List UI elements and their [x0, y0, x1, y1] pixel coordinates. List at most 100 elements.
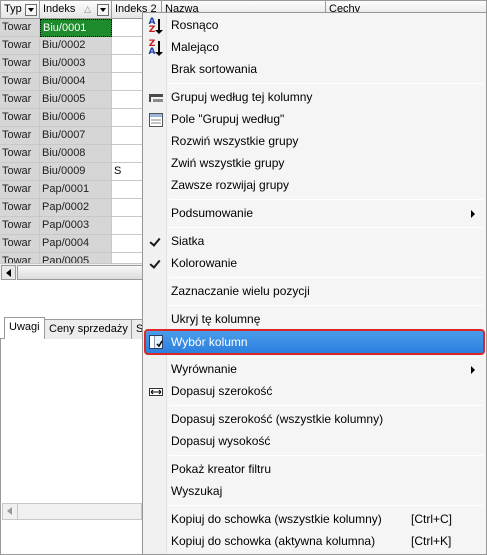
menu-item-label: Dopasuj wysokość: [171, 434, 271, 448]
cell-indeks[interactable]: Pap/0002: [40, 199, 112, 217]
scroll-left-icon[interactable]: [1, 265, 16, 280]
menu-item-label: Malejąco: [171, 40, 220, 54]
menu-item-label: Zwiń wszystkie grupy: [171, 156, 285, 170]
menu-item-sort-descending[interactable]: ZA Malejąco: [145, 37, 484, 59]
menu-item-hide-column[interactable]: Ukryj tę kolumnę: [145, 309, 484, 331]
checkmark-icon: [148, 256, 164, 272]
menu-separator: [169, 277, 483, 278]
menu-separator: [169, 455, 483, 456]
submenu-arrow-icon: [471, 366, 475, 374]
cell-typ[interactable]: Towar: [0, 73, 40, 91]
sort-ascending-icon: AZ: [148, 18, 164, 35]
cell-typ[interactable]: Towar: [0, 55, 40, 73]
menu-item-copy-active-column[interactable]: Kopiuj do schowka (aktywna kolumna) [Ctr…: [145, 531, 484, 553]
scroll-left-icon[interactable]: [3, 504, 18, 519]
menu-item-collapse-all-groups[interactable]: Zwiń wszystkie grupy: [145, 153, 484, 175]
menu-item-label: Kopiuj do schowka (aktywna kolumna): [171, 534, 376, 548]
cell-typ[interactable]: Towar: [0, 181, 40, 199]
cell-indeks2[interactable]: [112, 55, 144, 73]
menu-separator: [169, 227, 483, 228]
menu-item-filter-builder[interactable]: Pokaż kreator filtru: [145, 459, 484, 481]
cell-indeks2[interactable]: [112, 145, 144, 163]
cell-indeks2[interactable]: [112, 19, 144, 37]
cell-typ[interactable]: Towar: [0, 235, 40, 253]
filter-dropdown-icon[interactable]: [97, 4, 109, 16]
menu-item-label: Podsumowanie: [171, 206, 254, 220]
horizontal-scrollbar-bottom[interactable]: [2, 503, 142, 520]
menu-separator: [169, 357, 483, 358]
cell-indeks[interactable]: Biu/0009: [40, 163, 112, 181]
cell-indeks2[interactable]: [112, 37, 144, 55]
menu-item-sort-ascending[interactable]: AZ Rosnąco: [145, 15, 484, 37]
column-header-typ[interactable]: Typ: [0, 0, 40, 19]
cell-indeks[interactable]: Biu/0006: [40, 109, 112, 127]
cell-indeks2[interactable]: [112, 73, 144, 91]
cell-indeks2[interactable]: [112, 217, 144, 235]
menu-item-best-fit[interactable]: Dopasuj szerokość: [145, 381, 484, 403]
menu-item-copy-all-columns[interactable]: Kopiuj do schowka (wszystkie kolumny) [C…: [145, 509, 484, 531]
column-header-label: Typ: [4, 3, 22, 15]
cell-indeks-selected[interactable]: Biu/0001: [40, 19, 112, 37]
menu-item-multi-select[interactable]: Zaznaczanie wielu pozycji: [145, 281, 484, 303]
menu-item-no-sorting[interactable]: Brak sortowania: [145, 59, 484, 81]
cell-typ[interactable]: Towar: [0, 127, 40, 145]
tab-uwagi[interactable]: Uwagi: [4, 317, 45, 340]
cell-indeks[interactable]: Biu/0004: [40, 73, 112, 91]
menu-item-always-expand-groups[interactable]: Zawsze rozwijaj grupy: [145, 175, 484, 197]
menu-item-label: Wyrównanie: [171, 362, 237, 376]
cell-typ[interactable]: Towar: [0, 19, 40, 37]
cell-indeks2[interactable]: [112, 91, 144, 109]
cell-indeks[interactable]: Biu/0008: [40, 145, 112, 163]
column-header-indeks[interactable]: Indeks △: [40, 0, 112, 19]
cell-indeks[interactable]: Pap/0003: [40, 217, 112, 235]
cell-indeks2[interactable]: S: [112, 163, 144, 181]
cell-typ[interactable]: Towar: [0, 145, 40, 163]
cell-indeks2[interactable]: [112, 109, 144, 127]
cell-indeks2[interactable]: [112, 127, 144, 145]
cell-typ[interactable]: Towar: [0, 37, 40, 55]
best-fit-icon: [148, 384, 164, 400]
cell-indeks[interactable]: Pap/0004: [40, 235, 112, 253]
menu-item-search[interactable]: Wyszukaj: [145, 481, 484, 503]
cell-indeks[interactable]: Biu/0005: [40, 91, 112, 109]
menu-item-expand-all-groups[interactable]: Rozwiń wszystkie grupy: [145, 131, 484, 153]
menu-item-alignment[interactable]: Wyrównanie: [145, 359, 484, 381]
menu-item-shortcut: [Ctrl+K]: [411, 534, 452, 548]
tab-ceny-sprzedazy[interactable]: Ceny sprzedaży: [44, 319, 133, 339]
cell-indeks2[interactable]: [112, 235, 144, 253]
menu-item-coloring[interactable]: Kolorowanie: [145, 253, 484, 275]
menu-item-label: Dopasuj szerokość: [171, 384, 273, 398]
menu-item-label: Pokaż kreator filtru: [171, 462, 272, 476]
menu-item-group-by-column[interactable]: Grupuj według tej kolumny: [145, 87, 484, 109]
cell-typ[interactable]: Towar: [0, 199, 40, 217]
menu-item-summary[interactable]: Podsumowanie: [145, 203, 484, 225]
menu-separator: [169, 199, 483, 200]
cell-indeks2[interactable]: [112, 181, 144, 199]
checkmark-icon: [148, 234, 164, 250]
scrollbar-thumb[interactable]: [17, 265, 143, 280]
cell-typ[interactable]: Towar: [0, 109, 40, 127]
column-chooser-icon: [148, 334, 164, 350]
menu-item-label: Grupuj według tej kolumny: [171, 90, 313, 104]
cell-indeks[interactable]: Biu/0002: [40, 37, 112, 55]
cell-typ[interactable]: Towar: [0, 163, 40, 181]
menu-separator: [169, 505, 483, 506]
menu-item-label: Pole "Grupuj według": [171, 112, 285, 126]
cell-indeks[interactable]: Biu/0003: [40, 55, 112, 73]
menu-item-label: Rosnąco: [171, 18, 219, 32]
menu-item-label: Zaznaczanie wielu pozycji: [171, 284, 310, 298]
menu-item-fit-height[interactable]: Dopasuj wysokość: [145, 431, 484, 453]
menu-item-column-chooser[interactable]: Wybór kolumn: [144, 329, 485, 355]
cell-indeks[interactable]: Biu/0007: [40, 127, 112, 145]
menu-item-label: Wyszukaj: [171, 484, 223, 498]
menu-separator: [169, 305, 483, 306]
menu-item-group-by-box[interactable]: Pole "Grupuj według": [145, 109, 484, 131]
menu-item-best-fit-all[interactable]: Dopasuj szerokość (wszystkie kolumny): [145, 409, 484, 431]
cell-indeks[interactable]: Pap/0001: [40, 181, 112, 199]
menu-item-grid-lines[interactable]: Siatka: [145, 231, 484, 253]
sort-ascending-indicator-icon: △: [84, 4, 91, 14]
cell-typ[interactable]: Towar: [0, 91, 40, 109]
cell-typ[interactable]: Towar: [0, 217, 40, 235]
cell-indeks2[interactable]: [112, 199, 144, 217]
filter-dropdown-icon[interactable]: [25, 4, 37, 16]
